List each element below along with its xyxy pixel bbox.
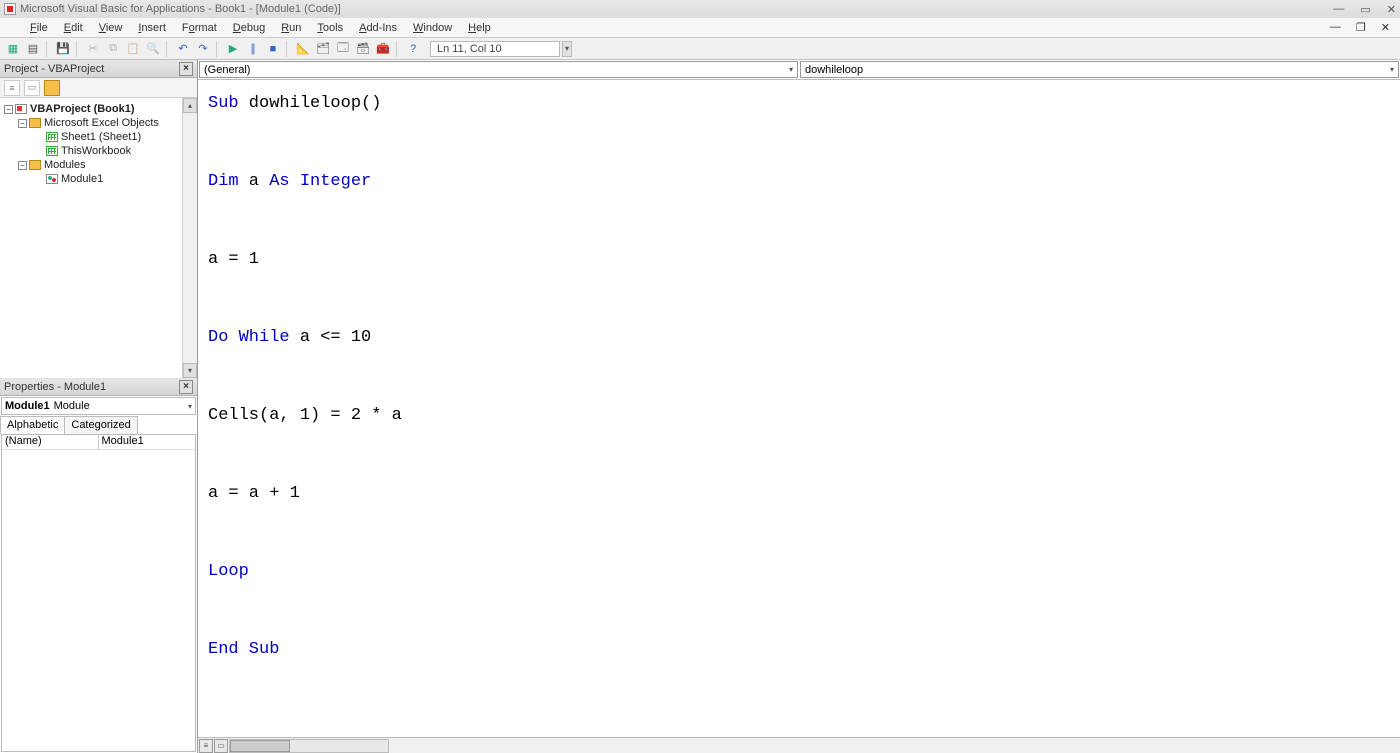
break-button[interactable]: ∥ xyxy=(244,40,262,58)
object-dropdown[interactable]: (General) ▾ xyxy=(199,61,798,78)
folder-icon xyxy=(29,160,41,170)
code-footer: ≡ ▭ xyxy=(198,737,1400,753)
menu-edit[interactable]: Edit xyxy=(58,20,89,36)
chevron-down-icon: ▾ xyxy=(789,65,793,74)
scrollbar-thumb[interactable] xyxy=(230,740,290,752)
toolbar-overflow[interactable]: ▾ xyxy=(562,41,572,57)
properties-button[interactable]: 🗔 xyxy=(334,40,352,58)
view-code-button[interactable]: ≡ xyxy=(4,80,20,96)
separator xyxy=(396,41,400,57)
insert-module-button[interactable]: ▤ xyxy=(24,40,42,58)
standard-toolbar: ▦ ▤ 💾 ✂ ⧉ 📋 🔍 ↶ ↷ ▶ ∥ ■ 📐 🗂 🗔 🗃 🧰 ? Ln 1… xyxy=(0,38,1400,60)
window-title: Microsoft Visual Basic for Applications … xyxy=(20,3,341,15)
chevron-down-icon: ▾ xyxy=(1390,65,1394,74)
menu-run[interactable]: Run xyxy=(275,20,307,36)
vbaproject-icon xyxy=(15,104,27,114)
project-scrollbar[interactable]: ▴ ▾ xyxy=(182,98,197,378)
properties-panel: Properties - Module1 × Module1 Module ▾ … xyxy=(0,378,197,753)
view-object-button[interactable]: ▭ xyxy=(24,80,40,96)
module-icon xyxy=(46,174,58,184)
tree-excel-objects[interactable]: Microsoft Excel Objects xyxy=(44,117,159,129)
code-window: (General) ▾ dowhileloop ▾ Sub dowhileloo… xyxy=(198,60,1400,753)
menu-insert[interactable]: Insert xyxy=(132,20,172,36)
procedure-dropdown-value: dowhileloop xyxy=(805,64,863,76)
procedure-dropdown[interactable]: dowhileloop ▾ xyxy=(800,61,1399,78)
menu-bar: File Edit View Insert Format Debug Run T… xyxy=(0,18,1400,38)
tab-categorized[interactable]: Categorized xyxy=(64,416,137,434)
mdi-restore[interactable]: ❐ xyxy=(1350,19,1372,36)
toggle-folders-button[interactable] xyxy=(44,80,60,96)
separator xyxy=(76,41,80,57)
undo-button[interactable]: ↶ xyxy=(174,40,192,58)
project-explorer-button[interactable]: 🗂 xyxy=(314,40,332,58)
menu-view[interactable]: View xyxy=(93,20,129,36)
project-tree[interactable]: − VBAProject (Book1) − Microsoft Excel O… xyxy=(0,98,197,378)
find-button[interactable]: 🔍 xyxy=(144,40,162,58)
close-button[interactable]: ✕ xyxy=(1387,3,1396,16)
project-explorer-panel: Project - VBAProject × ≡ ▭ − VBAProject … xyxy=(0,60,197,378)
properties-object-name: Module1 xyxy=(5,400,50,412)
prop-name-key: (Name) xyxy=(2,435,99,449)
menu-debug[interactable]: Debug xyxy=(227,20,271,36)
scroll-down-button[interactable]: ▾ xyxy=(183,363,197,378)
title-bar: Microsoft Visual Basic for Applications … xyxy=(0,0,1400,18)
run-button[interactable]: ▶ xyxy=(224,40,242,58)
mdi-minimize[interactable]: — xyxy=(1324,19,1347,36)
properties-panel-title: Properties - Module1 xyxy=(4,381,106,393)
toolbox-button[interactable]: 🧰 xyxy=(374,40,392,58)
tab-alphabetic[interactable]: Alphabetic xyxy=(0,416,65,434)
menu-format[interactable]: Format xyxy=(176,20,223,36)
separator xyxy=(166,41,170,57)
chevron-down-icon: ▾ xyxy=(188,402,192,411)
tree-modules[interactable]: Modules xyxy=(44,159,86,171)
sheet-icon xyxy=(46,132,58,142)
horizontal-scrollbar[interactable] xyxy=(229,739,389,753)
reset-button[interactable]: ■ xyxy=(264,40,282,58)
workbook-icon xyxy=(46,146,58,156)
prop-name-value[interactable]: Module1 xyxy=(99,435,196,449)
tree-module1[interactable]: Module1 xyxy=(61,173,103,185)
procedure-view-button[interactable]: ≡ xyxy=(199,739,213,753)
menu-addins[interactable]: Add-Ins xyxy=(353,20,403,36)
properties-object-selector[interactable]: Module1 Module ▾ xyxy=(1,397,196,415)
menu-window[interactable]: Window xyxy=(407,20,458,36)
minimize-button[interactable]: — xyxy=(1333,3,1344,16)
design-mode-button[interactable]: 📐 xyxy=(294,40,312,58)
cursor-position: Ln 11, Col 10 xyxy=(430,41,560,57)
app-icon xyxy=(4,3,16,15)
properties-object-type: Module xyxy=(54,400,90,412)
project-toolbar: ≡ ▭ xyxy=(0,78,197,98)
folder-icon xyxy=(29,118,41,128)
code-editor[interactable]: Sub dowhileloop() Dim a As Integer a = 1… xyxy=(198,80,1400,673)
copy-button[interactable]: ⧉ xyxy=(104,40,122,58)
maximize-button[interactable]: ▭ xyxy=(1360,3,1370,16)
separator xyxy=(46,41,50,57)
collapse-icon[interactable]: − xyxy=(18,161,27,170)
help-button[interactable]: ? xyxy=(404,40,422,58)
view-excel-button[interactable]: ▦ xyxy=(4,40,22,58)
tree-thisworkbook[interactable]: ThisWorkbook xyxy=(61,145,131,157)
object-dropdown-value: (General) xyxy=(204,64,250,76)
scroll-up-button[interactable]: ▴ xyxy=(183,98,197,113)
project-panel-title: Project - VBAProject xyxy=(4,63,104,75)
paste-button[interactable]: 📋 xyxy=(124,40,142,58)
properties-grid[interactable]: (Name) Module1 xyxy=(1,434,196,752)
tree-vbaproject[interactable]: VBAProject (Book1) xyxy=(30,103,135,115)
object-browser-button[interactable]: 🗃 xyxy=(354,40,372,58)
menu-tools[interactable]: Tools xyxy=(311,20,349,36)
full-module-view-button[interactable]: ▭ xyxy=(214,739,228,753)
separator xyxy=(286,41,290,57)
menu-file[interactable]: File xyxy=(24,20,54,36)
menu-help[interactable]: Help xyxy=(462,20,497,36)
separator xyxy=(216,41,220,57)
properties-panel-close[interactable]: × xyxy=(179,380,193,394)
mdi-close[interactable]: ✕ xyxy=(1375,19,1396,36)
collapse-icon[interactable]: − xyxy=(4,105,13,114)
project-panel-close[interactable]: × xyxy=(179,62,193,76)
tree-sheet1[interactable]: Sheet1 (Sheet1) xyxy=(61,131,141,143)
redo-button[interactable]: ↷ xyxy=(194,40,212,58)
save-button[interactable]: 💾 xyxy=(54,40,72,58)
cut-button[interactable]: ✂ xyxy=(84,40,102,58)
collapse-icon[interactable]: − xyxy=(18,119,27,128)
